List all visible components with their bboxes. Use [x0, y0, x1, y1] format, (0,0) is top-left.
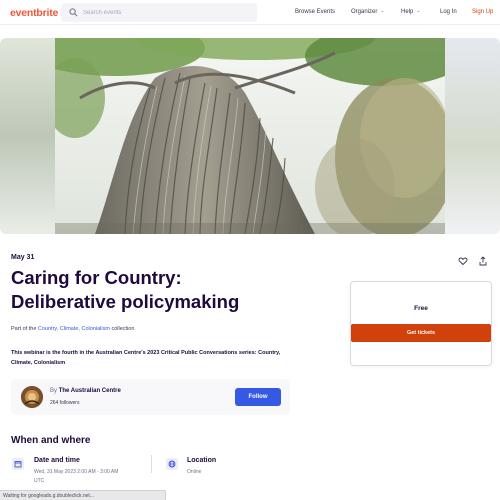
date-time-heading: Date and time — [34, 457, 80, 464]
nav-login[interactable]: Log In — [440, 9, 457, 15]
organizer-name[interactable]: The Australian Centre — [59, 388, 121, 394]
organizer-logo-image — [21, 386, 43, 408]
location-heading: Location — [187, 457, 217, 464]
calendar-icon — [12, 458, 24, 470]
nav-signup[interactable]: Sign Up — [472, 9, 493, 15]
hero-blur-left — [0, 38, 55, 234]
nav-browse-events[interactable]: Browse Events — [295, 9, 335, 15]
chevron-down-icon: ⌄ — [380, 8, 385, 14]
top-navigation-bar: eventbrite Browse Events Organizer⌄ Help… — [0, 0, 500, 25]
organizer-followers: 264 followers — [50, 400, 80, 406]
location-value: Online — [187, 469, 202, 475]
collection-link[interactable]: Country, Climate, Colonialism — [38, 326, 110, 332]
get-tickets-button[interactable]: Get tickets — [351, 324, 491, 342]
ticket-card: Free Get tickets — [350, 281, 492, 366]
eventbrite-logo[interactable]: eventbrite — [10, 7, 58, 19]
date-time-line-2: UTC — [34, 478, 45, 484]
ticket-price: Free — [414, 305, 428, 312]
nav-help[interactable]: Help ⌄ — [401, 8, 421, 15]
hero-image — [55, 38, 445, 234]
event-date: May 31 — [11, 254, 35, 261]
browser-status-bar: Waiting for googleads.g.doubleclick.net.… — [0, 490, 166, 500]
organizer-card: By The Australian Centre 264 followers F… — [11, 379, 290, 415]
search-bar[interactable] — [61, 3, 257, 22]
collection-suffix: collection — [109, 326, 135, 332]
follow-button[interactable]: Follow — [235, 388, 281, 406]
organizer-by-label: By — [50, 388, 58, 394]
share-icon[interactable] — [478, 256, 488, 266]
nav-organizer-label: Organizer — [351, 9, 378, 15]
hero-blur-right — [445, 38, 500, 234]
nav-help-label: Help — [401, 9, 414, 15]
date-time-value: Wed, 31 May 2023 2:00 AM - 3:00 AM UTC — [34, 468, 118, 486]
event-title: Caring for Country: Deliberative policym… — [11, 266, 331, 314]
divider — [151, 455, 152, 473]
event-title-line-1: Caring for Country: — [11, 267, 182, 288]
globe-icon — [166, 458, 178, 470]
organizer-byline: By The Australian Centre — [50, 388, 121, 394]
collection-note: Part of the Country, Climate, Colonialis… — [11, 326, 134, 332]
nav-organizer[interactable]: Organizer ⌄ — [351, 8, 385, 15]
heart-icon[interactable] — [458, 256, 468, 266]
banyan-tree-photo — [55, 38, 445, 234]
event-summary: This webinar is the fourth in the Austra… — [11, 350, 281, 366]
date-time-line-1: Wed, 31 May 2023 2:00 AM - 3:00 AM — [34, 469, 119, 475]
chevron-down-icon: ⌄ — [416, 8, 421, 14]
collection-prefix: Part of the — [11, 326, 38, 332]
search-icon — [69, 8, 78, 17]
event-title-line-2: Deliberative policymaking — [11, 291, 240, 312]
organizer-avatar[interactable] — [21, 386, 43, 408]
when-where-heading: When and where — [11, 435, 91, 446]
search-input[interactable] — [83, 6, 248, 19]
